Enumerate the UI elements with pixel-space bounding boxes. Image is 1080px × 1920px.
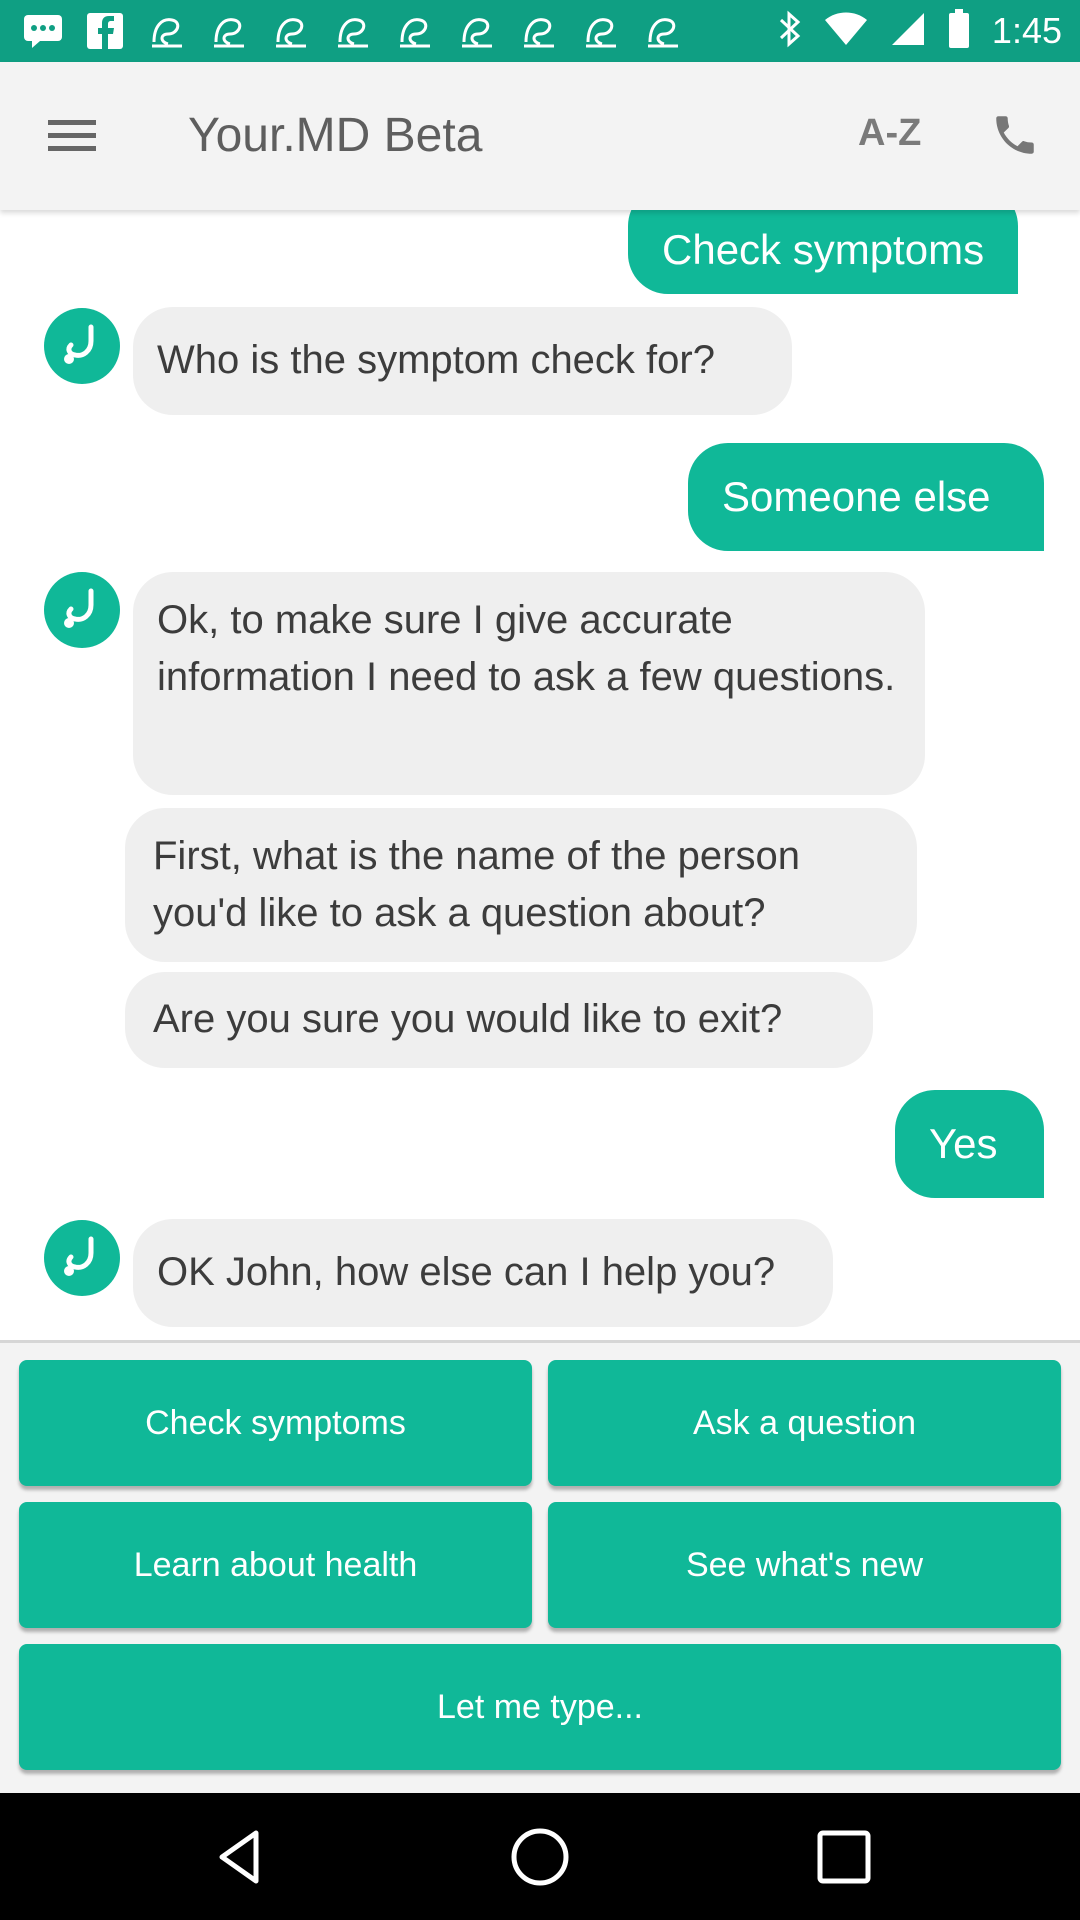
hamburger-menu-icon <box>48 120 96 151</box>
app-icon <box>456 10 498 52</box>
bot-message-text: Are you sure you would like to exit? <box>153 997 783 1041</box>
bot-message-text: OK John, how else can I help you? <box>157 1250 776 1294</box>
bot-message: Ok, to make sure I give accurate informa… <box>133 572 925 795</box>
stethoscope-icon <box>64 1236 94 1276</box>
status-time: 1:45 <box>991 10 1062 51</box>
app-title: Your.MD Beta <box>188 109 483 162</box>
back-button[interactable] <box>208 1825 272 1889</box>
notification-icons <box>22 10 684 52</box>
battery-icon <box>948 8 970 54</box>
bot-message: First, what is the name of the person yo… <box>125 808 917 962</box>
app-icon <box>642 10 684 52</box>
app-icon <box>332 10 374 52</box>
app-icon <box>518 10 560 52</box>
message-icon <box>22 10 64 52</box>
recents-icon <box>817 1830 871 1884</box>
app-icon <box>394 10 436 52</box>
status-right-group: 1:45 <box>778 0 1062 62</box>
stethoscope-icon <box>64 324 94 364</box>
user-message-text: Yes <box>929 1120 998 1167</box>
phone-icon <box>996 116 1034 154</box>
app-bar: Your.MD Beta A-Z <box>0 62 1080 210</box>
user-message-text: Someone else <box>722 473 991 520</box>
recents-button[interactable] <box>812 1825 876 1889</box>
bot-message: Who is the symptom check for? <box>133 307 792 415</box>
app-icon <box>270 10 312 52</box>
bot-avatar <box>44 308 120 384</box>
bot-message: OK John, how else can I help you? <box>133 1219 833 1327</box>
home-icon <box>511 1828 569 1886</box>
stethoscope-icon <box>64 588 94 628</box>
quick-reply-panel: Check symptoms Ask a question Learn abou… <box>0 1343 1080 1793</box>
user-message: Yes <box>895 1090 1044 1198</box>
facebook-icon <box>84 10 126 52</box>
app-icon <box>580 10 622 52</box>
learn-about-health-button[interactable]: Learn about health <box>19 1502 532 1628</box>
bot-message-text: Who is the symptom check for? <box>157 338 715 382</box>
let-me-type-button[interactable]: Let me type... <box>19 1644 1061 1770</box>
ask-question-button[interactable]: Ask a question <box>548 1360 1061 1486</box>
chat-thread[interactable]: Check symptoms Who is the symptom check … <box>0 210 1080 1340</box>
az-button[interactable]: A-Z <box>858 112 921 155</box>
home-button[interactable] <box>508 1825 572 1889</box>
see-whats-new-button[interactable]: See what's new <box>548 1502 1061 1628</box>
bot-message-text: First, what is the name of the person yo… <box>153 834 800 935</box>
app-icon <box>208 10 250 52</box>
bot-message: Are you sure you would like to exit? <box>125 972 873 1068</box>
user-message: Check symptoms <box>628 210 1019 294</box>
menu-button[interactable] <box>46 114 98 158</box>
navigation-bar <box>0 1793 1080 1920</box>
status-bar: 1:45 <box>0 0 1080 62</box>
bot-avatar <box>44 572 120 648</box>
app-icon <box>146 10 188 52</box>
check-symptoms-button[interactable]: Check symptoms <box>19 1360 532 1486</box>
user-message-text: Check symptoms <box>662 226 985 273</box>
call-button[interactable] <box>990 110 1040 160</box>
back-icon <box>219 1830 259 1884</box>
signal-icon <box>890 11 926 52</box>
bot-message-text: Ok, to make sure I give accurate informa… <box>157 598 896 699</box>
user-message: Someone else <box>688 443 1044 551</box>
bot-avatar <box>44 1220 120 1296</box>
wifi-icon <box>824 11 868 52</box>
bluetooth-icon <box>778 10 802 53</box>
